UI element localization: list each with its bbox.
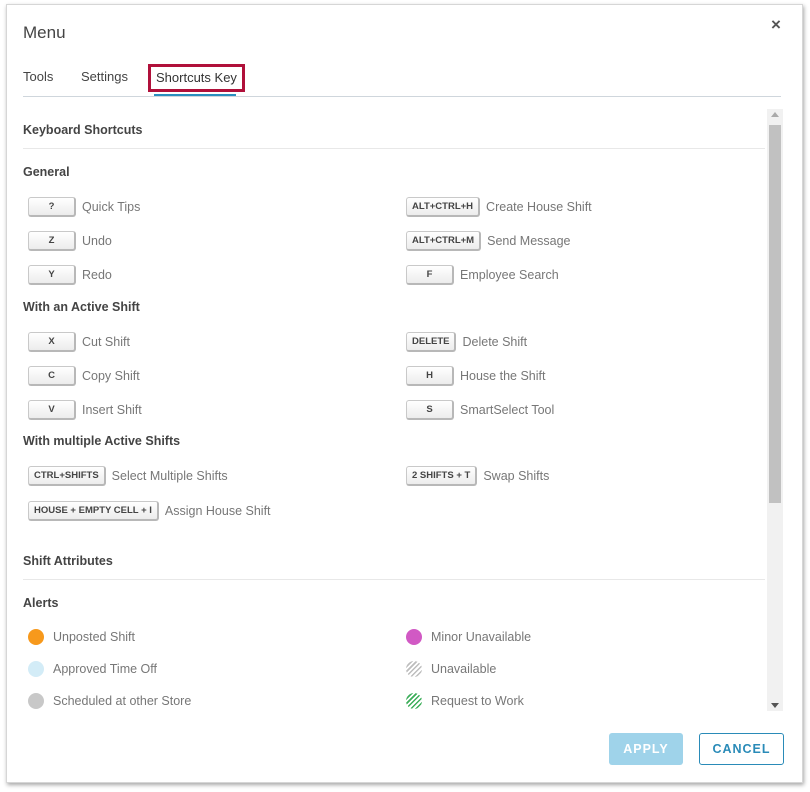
shortcut-item: HOUSE + EMPTY CELL + I Assign House Shif… — [28, 501, 271, 521]
shortcut-item: CTRL+SHIFTS Select Multiple Shifts — [28, 466, 228, 486]
shortcut-label: Create House Shift — [486, 200, 592, 214]
active-shift-heading: With an Active Shift — [23, 300, 140, 314]
shortcut-label: Quick Tips — [82, 200, 141, 214]
shortcut-item: Z Undo — [28, 231, 112, 251]
shortcut-label: SmartSelect Tool — [460, 403, 555, 417]
alert-label: Minor Unavailable — [431, 630, 532, 644]
shortcut-label: Delete Shift — [462, 335, 528, 349]
shortcut-item: Y Redo — [28, 265, 112, 285]
alert-item: Scheduled at other Store — [28, 692, 191, 710]
shortcut-label: Assign House Shift — [164, 504, 271, 518]
tab-settings[interactable]: Settings — [81, 69, 128, 84]
shortcut-key: X — [28, 332, 76, 352]
keyboard-shortcuts-heading: Keyboard Shortcuts — [23, 123, 143, 137]
alert-item: Approved Time Off — [28, 660, 157, 678]
shortcut-item: X Cut Shift — [28, 332, 130, 352]
alerts-heading: Alerts — [23, 596, 59, 610]
shortcut-label: Send Message — [487, 234, 571, 248]
alert-label: Unavailable — [431, 662, 497, 676]
shortcut-key: Z — [28, 231, 76, 251]
active-tab-indicator — [154, 94, 236, 96]
orange-dot-icon — [28, 629, 44, 645]
shortcut-key: S — [406, 400, 454, 420]
alert-label: Request to Work — [431, 694, 524, 708]
shortcut-key: DELETE — [406, 332, 457, 352]
shortcut-label: Select Multiple Shifts — [111, 469, 228, 483]
alert-label: Scheduled at other Store — [53, 694, 192, 708]
section-divider — [23, 148, 765, 149]
shift-attributes-heading: Shift Attributes — [23, 554, 113, 568]
close-icon[interactable]: × — [771, 15, 781, 35]
shortcut-key: C — [28, 366, 76, 386]
shortcut-label: Employee Search — [460, 268, 559, 282]
multiple-shifts-heading: With multiple Active Shifts — [23, 434, 181, 448]
shortcut-item: ALT+CTRL+M Send Message — [406, 231, 571, 251]
alert-item: Minor Unavailable — [406, 628, 531, 646]
shortcut-label: Cut Shift — [82, 335, 130, 349]
cancel-button[interactable]: CANCEL — [699, 733, 784, 765]
section-divider — [23, 579, 765, 580]
magenta-dot-icon — [406, 629, 422, 645]
alert-label: Approved Time Off — [53, 662, 157, 676]
shortcut-label: Undo — [82, 234, 112, 248]
shortcut-key: 2 SHIFTS + T — [406, 466, 478, 486]
shortcut-key: F — [406, 265, 454, 285]
shortcuts-panel[interactable]: Keyboard Shortcuts General ? Quick Tips … — [7, 107, 767, 711]
tab-bar: Tools Settings Shortcuts Key — [23, 64, 781, 97]
gray-hatched-icon — [406, 661, 422, 677]
shortcut-label: House the Shift — [460, 369, 546, 383]
shortcut-item: ALT+CTRL+H Create House Shift — [406, 197, 592, 217]
alert-item: Request to Work — [406, 692, 524, 710]
shortcut-key: CTRL+SHIFTS — [28, 466, 106, 486]
shortcut-item: 2 SHIFTS + T Swap Shifts — [406, 466, 549, 486]
shortcut-label: Redo — [82, 268, 112, 282]
scroll-down-arrow-icon[interactable] — [771, 703, 779, 708]
shortcut-key: Y — [28, 265, 76, 285]
tab-shortcuts-key[interactable]: Shortcuts Key — [148, 64, 245, 92]
scrollbar-thumb[interactable] — [769, 125, 781, 503]
shortcut-item: DELETE Delete Shift — [406, 332, 527, 352]
light-blue-dot-icon — [28, 661, 44, 677]
scroll-up-arrow-icon[interactable] — [771, 112, 779, 117]
menu-dialog: Menu × Tools Settings Shortcuts Key Keyb… — [6, 4, 803, 783]
shortcut-label: Insert Shift — [82, 403, 142, 417]
alert-item: Unavailable — [406, 660, 496, 678]
shortcut-label: Copy Shift — [82, 369, 140, 383]
dialog-title: Menu — [23, 23, 66, 42]
alert-label: Unposted Shift — [53, 630, 135, 644]
gray-dot-icon — [28, 693, 44, 709]
shortcut-item: F Employee Search — [406, 265, 559, 285]
general-heading: General — [23, 165, 70, 179]
shortcut-key: ALT+CTRL+M — [406, 231, 482, 251]
shortcut-item: ? Quick Tips — [28, 197, 140, 217]
shortcut-item: V Insert Shift — [28, 400, 142, 420]
green-hatched-icon — [406, 693, 422, 709]
shortcut-key: H — [406, 366, 454, 386]
shortcut-key: HOUSE + EMPTY CELL + I — [28, 501, 159, 521]
shortcut-item: H House the Shift — [406, 366, 545, 386]
shortcut-item: C Copy Shift — [28, 366, 140, 386]
shortcut-item: S SmartSelect Tool — [406, 400, 554, 420]
shortcut-key: V — [28, 400, 76, 420]
shortcut-key: ? — [28, 197, 76, 217]
shortcut-label: Swap Shifts — [483, 469, 550, 483]
tab-tools[interactable]: Tools — [23, 69, 53, 84]
shortcut-key: ALT+CTRL+H — [406, 197, 481, 217]
alert-item: Unposted Shift — [28, 628, 135, 646]
apply-button[interactable]: APPLY — [609, 733, 683, 765]
vertical-scrollbar[interactable] — [767, 109, 783, 711]
